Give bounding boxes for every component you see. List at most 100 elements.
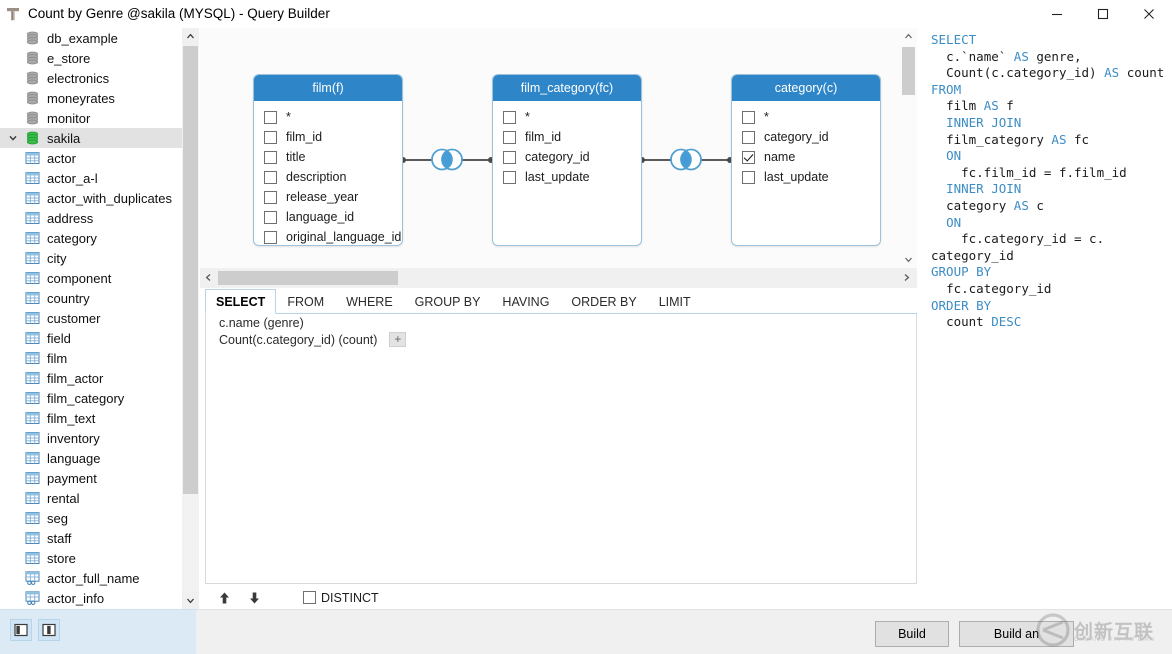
panel-right-icon[interactable]: [38, 619, 60, 641]
tree-item-table[interactable]: actor_a-l: [0, 168, 195, 188]
diagram-field-row[interactable]: category_id: [732, 127, 880, 147]
build-and-run-button[interactable]: Build an: [959, 621, 1074, 647]
chevron-down-icon[interactable]: [4, 128, 22, 148]
diagram-field-row[interactable]: name: [732, 147, 880, 167]
clause-item[interactable]: Count(c.category_id) (count) +: [206, 330, 916, 347]
field-checkbox[interactable]: [503, 170, 516, 184]
field-checkbox[interactable]: [742, 150, 755, 164]
tree-item-database[interactable]: electronics: [0, 68, 195, 88]
diagram-field-row[interactable]: *: [493, 107, 641, 127]
arrow-up-icon[interactable]: [213, 587, 235, 609]
field-checkbox[interactable]: [503, 130, 516, 144]
diagram-canvas[interactable]: film(f) * film_id title description release_y…: [200, 28, 900, 268]
diagram-table-title[interactable]: film(f): [254, 75, 402, 101]
diagram-horizontal-scrollbar[interactable]: [200, 268, 917, 288]
field-checkbox[interactable]: [742, 170, 755, 184]
field-checkbox[interactable]: [742, 130, 755, 144]
tree-item-table[interactable]: customer: [0, 308, 195, 328]
sql-preview[interactable]: SELECT c.`name` AS genre, Count(c.catego…: [925, 28, 1172, 609]
field-checkbox[interactable]: [264, 150, 277, 164]
sidebar-scrollbar[interactable]: [182, 28, 199, 609]
tab-select[interactable]: SELECT: [205, 289, 277, 314]
sidebar-scroll-down-icon[interactable]: [182, 592, 199, 609]
tab-from[interactable]: FROM: [276, 289, 335, 314]
diagram-field-row[interactable]: *: [254, 107, 402, 127]
diagram-hscroll-thumb[interactable]: [218, 271, 398, 285]
field-checkbox[interactable]: [503, 150, 516, 164]
tree-item-table[interactable]: field: [0, 328, 195, 348]
diagram-field-row[interactable]: release_year: [254, 187, 402, 207]
tree-item-table[interactable]: film_actor: [0, 368, 195, 388]
field-checkbox[interactable]: [264, 190, 277, 204]
inner-join-icon[interactable]: [431, 146, 463, 176]
tree-item-database[interactable]: monitor: [0, 108, 195, 128]
close-icon[interactable]: [1126, 0, 1172, 28]
tree-item-database[interactable]: moneyrates: [0, 88, 195, 108]
tree-item-table[interactable]: actor_info: [0, 588, 195, 608]
tree-item-table[interactable]: address: [0, 208, 195, 228]
tree-item-table[interactable]: film_category: [0, 388, 195, 408]
tree-item-database[interactable]: e_store: [0, 48, 195, 68]
tree-item-database[interactable]: sakila: [0, 128, 195, 148]
inner-join-icon[interactable]: [670, 146, 702, 176]
tree-item-table[interactable]: country: [0, 288, 195, 308]
tree-item-table[interactable]: rental: [0, 488, 195, 508]
tree-item-table[interactable]: film_text: [0, 408, 195, 428]
tree-item-table[interactable]: actor_full_name: [0, 568, 195, 588]
diagram-field-row[interactable]: last_update: [493, 167, 641, 187]
diagram-field-row[interactable]: category_id: [493, 147, 641, 167]
diagram-field-row[interactable]: description: [254, 167, 402, 187]
field-checkbox[interactable]: [264, 170, 277, 184]
diagram-field-row[interactable]: last_update: [732, 167, 880, 187]
field-checkbox[interactable]: [503, 110, 516, 124]
tab-having[interactable]: HAVING: [491, 289, 560, 314]
clause-body[interactable]: c.name (genre) Count(c.category_id) (coun…: [205, 314, 917, 584]
tree-item-table[interactable]: seg: [0, 508, 195, 528]
clause-tabs[interactable]: SELECT FROM WHERE GROUP BY HAVING ORDER BY LIM…: [205, 289, 917, 314]
tree-item-database[interactable]: db_example: [0, 28, 195, 48]
tree-item-table[interactable]: city: [0, 248, 195, 268]
diagram-field-row[interactable]: film_id: [493, 127, 641, 147]
object-tree[interactable]: db_example e_store electronics moneyrate…: [0, 28, 196, 609]
diagram-scroll-up-icon[interactable]: [900, 28, 917, 45]
diagram-scroll-left-icon[interactable]: [200, 269, 217, 286]
clause-item[interactable]: c.name (genre): [206, 314, 916, 330]
tab-limit[interactable]: LIMIT: [648, 289, 702, 314]
diagram-table[interactable]: film(f) * film_id title description release_y…: [253, 74, 403, 246]
tree-item-table[interactable]: payment: [0, 468, 195, 488]
diagram-scroll-right-icon[interactable]: [898, 269, 915, 286]
diagram-field-row[interactable]: original_language_id: [254, 227, 402, 245]
tree-item-table[interactable]: film: [0, 348, 195, 368]
diagram-table-title[interactable]: category(c): [732, 75, 880, 101]
tree-item-table[interactable]: category: [0, 228, 195, 248]
arrow-down-icon[interactable]: [243, 587, 265, 609]
minimize-icon[interactable]: [1034, 0, 1080, 28]
diagram-field-row[interactable]: language_id: [254, 207, 402, 227]
tree-item-table[interactable]: store: [0, 548, 195, 568]
tree-item-table[interactable]: component: [0, 268, 195, 288]
field-checkbox[interactable]: [264, 230, 277, 244]
diagram-field-row[interactable]: title: [254, 147, 402, 167]
diagram-vertical-scrollbar[interactable]: [900, 28, 917, 268]
sidebar-scroll-thumb[interactable]: [183, 46, 198, 494]
tree-item-table[interactable]: actor: [0, 148, 195, 168]
field-checkbox[interactable]: [264, 110, 277, 124]
tab-where[interactable]: WHERE: [335, 289, 404, 314]
field-checkbox[interactable]: [264, 210, 277, 224]
tree-item-table[interactable]: actor_with_duplicates: [0, 188, 195, 208]
tab-group-by[interactable]: GROUP BY: [404, 289, 492, 314]
distinct-checkbox[interactable]: DISTINCT: [303, 591, 379, 605]
diagram-vscroll-thumb[interactable]: [902, 47, 915, 95]
diagram-field-row[interactable]: film_id: [254, 127, 402, 147]
tree-item-table[interactable]: staff: [0, 528, 195, 548]
diagram-table-title[interactable]: film_category(fc): [493, 75, 641, 101]
sidebar-scroll-up-icon[interactable]: [182, 28, 199, 45]
panel-left-icon[interactable]: [10, 619, 32, 641]
field-checkbox[interactable]: [742, 110, 755, 124]
maximize-icon[interactable]: [1080, 0, 1126, 28]
add-column-button[interactable]: +: [389, 332, 407, 347]
distinct-checkbox-box[interactable]: [303, 591, 316, 604]
diagram-table[interactable]: film_category(fc) * film_id category_id last…: [492, 74, 642, 246]
field-checkbox[interactable]: [264, 130, 277, 144]
tree-item-table[interactable]: language: [0, 448, 195, 468]
